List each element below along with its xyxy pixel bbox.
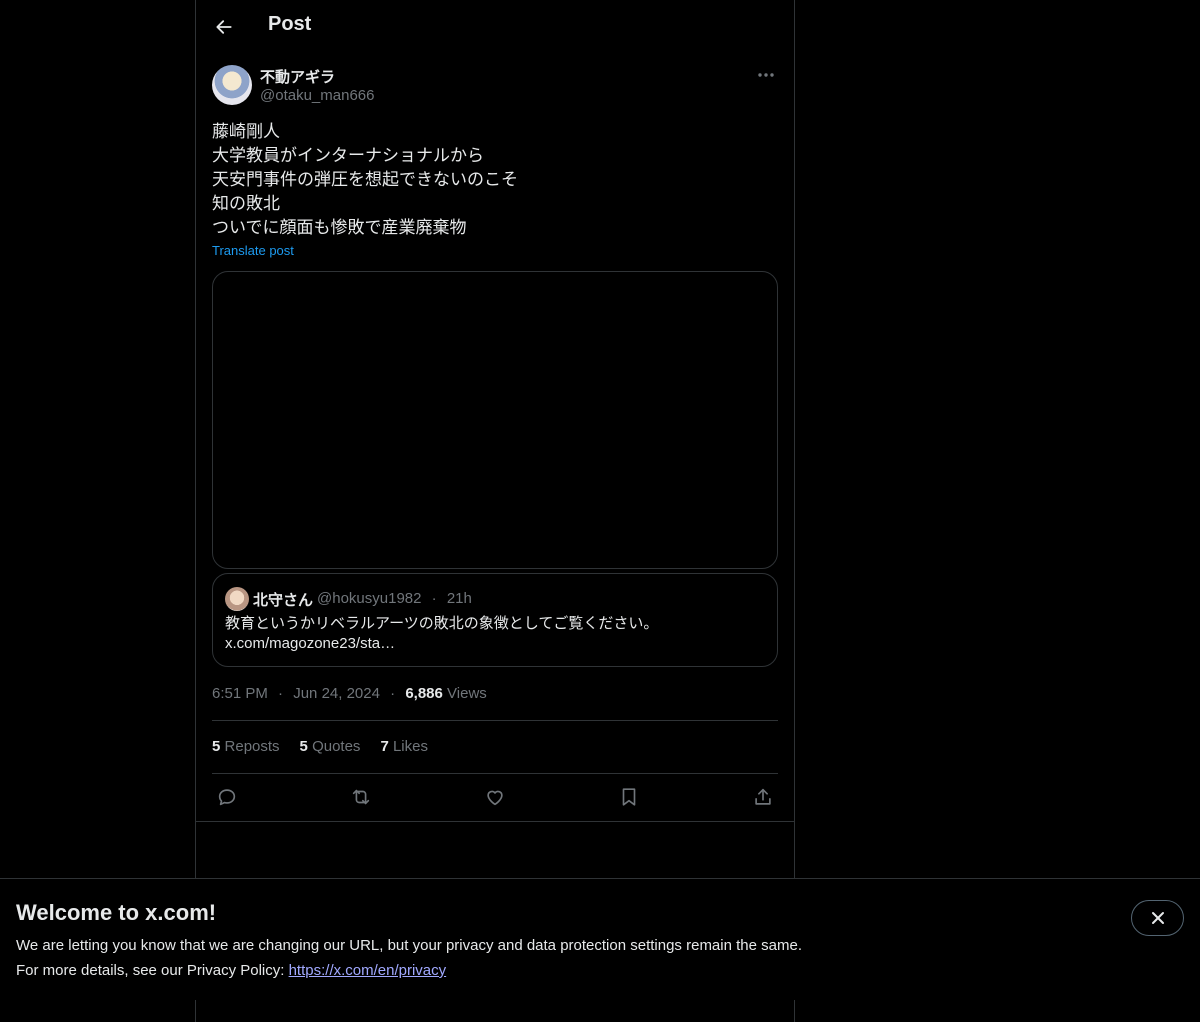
quotes-count: 5: [299, 738, 308, 755]
quote-author-handle: @hokusyu1982: [317, 590, 422, 607]
like-icon: [487, 790, 503, 806]
separator: ·: [390, 685, 396, 702]
quote-text: 教育というかリベラルアーツの敗北の象徴としてご覧ください。 x.com/mago…: [225, 614, 765, 654]
reposts-stat[interactable]: 5 Reposts: [212, 738, 280, 755]
page-title: Post: [268, 13, 312, 35]
primary-column: Post 不動アギラ @otaku_man666 藤崎剛人 大学教員がインターナ…: [195, 0, 795, 1022]
post-timestamp: 6:51 PM · Jun 24, 2024 · 6,886 Views: [212, 685, 487, 702]
engagement-stats: 5 Reposts 5 Quotes 7 Likes: [212, 738, 428, 755]
quote-link-text: x.com/magozone23/sta…: [225, 635, 396, 652]
bookmark-icon: [622, 788, 636, 806]
more-options-button[interactable]: [754, 64, 778, 86]
translate-post-link[interactable]: Translate post: [212, 243, 294, 258]
author-name[interactable]: 不動アギラ: [260, 66, 335, 87]
welcome-banner: Welcome to x.com! We are letting you kno…: [0, 878, 1200, 1000]
share-button[interactable]: [750, 784, 776, 810]
reply-icon: [218, 789, 236, 806]
avatar[interactable]: [212, 65, 252, 105]
arrow-left-icon: [216, 20, 232, 34]
quote-author-name: 北守さん: [253, 592, 314, 609]
share-icon: [755, 788, 771, 805]
privacy-policy-link[interactable]: https://x.com/en/privacy: [289, 962, 447, 979]
quote-meta: @hokusyu1982 · 21h: [317, 590, 472, 607]
views-count: 6,886: [405, 685, 443, 702]
close-banner-button[interactable]: [1131, 900, 1184, 936]
close-icon: [1151, 912, 1164, 924]
media-container[interactable]: [212, 271, 778, 569]
repost-button[interactable]: [348, 784, 374, 810]
back-button[interactable]: [208, 11, 240, 43]
more-icon: [758, 73, 774, 77]
reply-button[interactable]: [214, 784, 240, 810]
post-text: 藤崎剛人 大学教員がインターナショナルから 天安門事件の弾圧を想起できないのこそ…: [212, 122, 518, 237]
divider: [212, 773, 778, 774]
divider: [212, 720, 778, 721]
post-date[interactable]: Jun 24, 2024: [293, 685, 380, 702]
banner-privacy-prefix: For more details, see our Privacy Policy…: [16, 962, 289, 979]
likes-count: 7: [380, 738, 389, 755]
post-time[interactable]: 6:51 PM: [212, 685, 268, 702]
separator: ·: [431, 590, 437, 607]
likes-label: Likes: [392, 738, 428, 755]
reposts-count: 5: [212, 738, 221, 755]
views-label: Views: [447, 685, 487, 702]
author-handle[interactable]: @otaku_man666: [260, 87, 374, 104]
banner-title: Welcome to x.com!: [16, 900, 217, 925]
repost-icon: [352, 789, 370, 805]
action-bar: [212, 784, 778, 810]
reposts-label: Reposts: [224, 738, 280, 755]
banner-message: We are letting you know that we are chan…: [16, 937, 802, 954]
post-author: 不動アギラ @otaku_man666: [212, 64, 778, 108]
quoted-post[interactable]: 北守さん @hokusyu1982 · 21h 教育というかリベラルアーツの敗北…: [212, 573, 778, 667]
quote-time: 21h: [446, 590, 472, 607]
separator: ·: [278, 685, 284, 702]
quotes-label: Quotes: [312, 738, 361, 755]
bookmark-button[interactable]: [616, 784, 642, 810]
divider: [196, 821, 794, 822]
banner-privacy-line: For more details, see our Privacy Policy…: [16, 962, 446, 979]
quote-text-line: 教育というかリベラルアーツの敗北の象徴としてご覧ください。: [225, 615, 659, 632]
post-header: Post: [196, 0, 794, 53]
avatar: [225, 587, 249, 611]
like-button[interactable]: [482, 784, 508, 810]
likes-stat[interactable]: 7 Likes: [380, 738, 428, 755]
quotes-stat[interactable]: 5 Quotes: [300, 738, 361, 755]
